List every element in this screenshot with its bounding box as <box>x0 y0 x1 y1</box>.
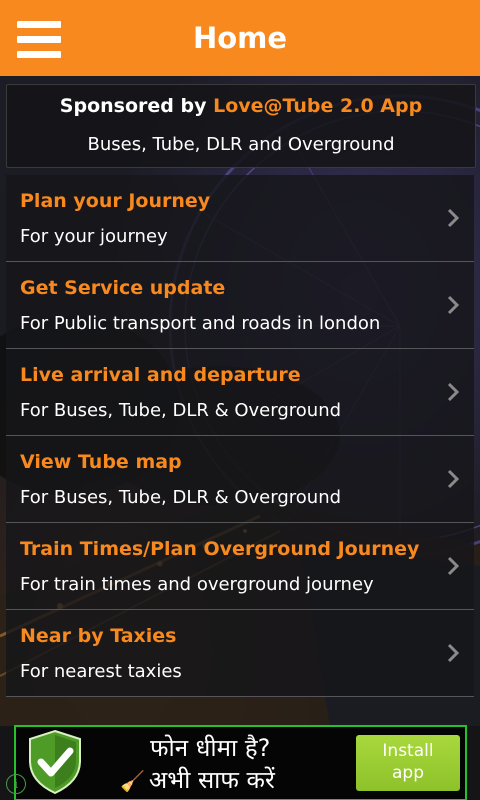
sponsor-subtitle: Buses, Tube, DLR and Overground <box>87 134 395 155</box>
chevron-right-icon <box>447 208 460 228</box>
chevron-right-icon <box>447 556 460 576</box>
chevron-right-icon <box>447 295 460 315</box>
menu-item-plan-journey[interactable]: Plan your Journey For your journey <box>6 175 474 262</box>
sponsor-heading: Sponsored by Love@Tube 2.0 App <box>7 95 475 117</box>
menu-item-subtitle: For train times and overground journey <box>20 574 374 595</box>
menu-item-service-update[interactable]: Get Service update For Public transport … <box>6 262 474 349</box>
menu-item-title: View Tube map <box>20 451 182 473</box>
menu-item-title: Live arrival and departure <box>20 364 301 386</box>
ad-subline-text: अभी साफ करें <box>148 766 275 794</box>
menu-item-live-arrival[interactable]: Live arrival and departure For Buses, Tu… <box>6 349 474 436</box>
page-title: Home <box>192 21 288 55</box>
menu-item-subtitle: For nearest taxies <box>20 661 182 682</box>
ad-banner[interactable]: फोन धीमा है? 🧹 अभी साफ करें Install app <box>14 725 467 800</box>
sponsor-prefix: Sponsored by <box>59 95 214 117</box>
install-button-label: Install <box>382 741 434 761</box>
shield-check-icon <box>29 729 81 795</box>
chevron-right-icon <box>447 643 460 663</box>
menu-item-tube-map[interactable]: View Tube map For Buses, Tube, DLR & Ove… <box>6 436 474 523</box>
menu-item-taxies[interactable]: Near by Taxies For nearest taxies <box>6 610 474 697</box>
home-menu-list: Plan your Journey For your journey Get S… <box>6 175 474 697</box>
chevron-right-icon <box>447 382 460 402</box>
menu-item-title: Plan your Journey <box>20 190 211 212</box>
menu-item-title: Train Times/Plan Overground Journey <box>20 538 420 560</box>
menu-item-subtitle: For Public transport and roads in london <box>20 313 381 334</box>
menu-item-subtitle: For Buses, Tube, DLR & Overground <box>20 400 342 421</box>
menu-item-subtitle: For Buses, Tube, DLR & Overground <box>20 487 342 508</box>
ad-subline: 🧹 अभी साफ करें <box>120 763 275 796</box>
menu-item-title: Get Service update <box>20 277 226 299</box>
sponsor-brand-link[interactable]: Love@Tube 2.0 App <box>213 95 422 117</box>
app-bar: Home <box>0 0 480 76</box>
ad-headline: फोन धीमा है? <box>150 734 271 762</box>
install-app-button[interactable]: Install app <box>356 735 460 791</box>
sponsor-banner[interactable]: Sponsored by Love@Tube 2.0 App Buses, Tu… <box>6 84 476 168</box>
menu-item-subtitle: For your journey <box>20 226 168 247</box>
menu-item-title: Near by Taxies <box>20 625 177 647</box>
ad-info-icon[interactable]: i <box>6 774 26 794</box>
menu-item-train-times[interactable]: Train Times/Plan Overground Journey For … <box>6 523 474 610</box>
broom-icon: 🧹 <box>120 769 145 793</box>
chevron-right-icon <box>447 469 460 489</box>
home-screen: Home Sponsored by Love@Tube 2.0 App Buse… <box>0 0 480 800</box>
install-button-label-2: app <box>392 763 424 783</box>
